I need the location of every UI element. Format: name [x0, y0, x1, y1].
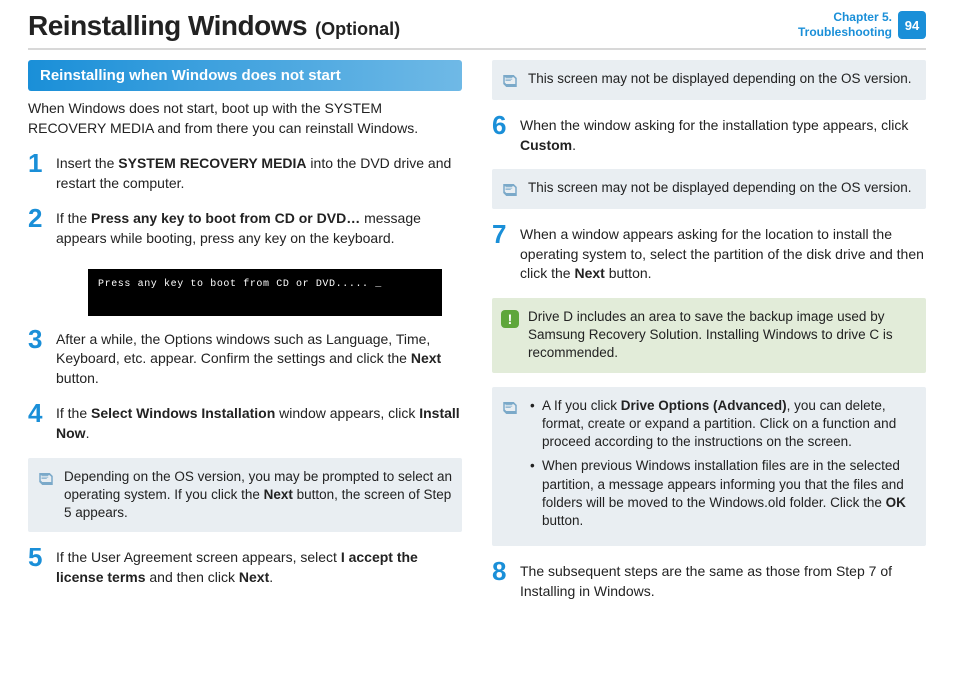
- warning-body: Drive D includes an area to save the bac…: [528, 308, 916, 363]
- right-column: This screen may not be displayed dependi…: [492, 60, 926, 615]
- step-body: Insert the SYSTEM RECOVERY MEDIA into th…: [56, 152, 462, 193]
- step-number: 4: [28, 402, 46, 443]
- chapter-label: Chapter 5. Troubleshooting: [798, 10, 892, 40]
- note-body: This screen may not be displayed dependi…: [528, 70, 916, 90]
- step-body: If the Select Windows Installation windo…: [56, 402, 462, 443]
- page-subtitle: (Optional): [315, 19, 400, 40]
- note-drive-options: A If you click Drive Options (Advanced),…: [492, 387, 926, 547]
- note-icon: [37, 470, 55, 488]
- step-number: 2: [28, 207, 46, 248]
- step-5: 5 If the User Agreement screen appears, …: [28, 546, 462, 587]
- step-body: After a while, the Options windows such …: [56, 328, 462, 389]
- step-number: 5: [28, 546, 46, 587]
- section-heading: Reinstalling when Windows does not start: [28, 60, 462, 91]
- step-6: 6 When the window asking for the install…: [492, 114, 926, 155]
- step-2: 2 If the Press any key to boot from CD o…: [28, 207, 462, 248]
- note-icon: [501, 399, 519, 417]
- note-icon: [501, 72, 519, 90]
- warning-icon: !: [501, 310, 519, 328]
- list-item: When previous Windows installation files…: [528, 457, 916, 530]
- step-8: 8 The subsequent steps are the same as t…: [492, 560, 926, 601]
- note-icon: [501, 181, 519, 199]
- intro-text: When Windows does not start, boot up wit…: [28, 99, 462, 138]
- note-body: A If you click Drive Options (Advanced),…: [528, 397, 916, 537]
- note-os-version-a: This screen may not be displayed dependi…: [492, 60, 926, 100]
- boot-prompt-screenshot: Press any key to boot from CD or DVD....…: [88, 269, 442, 316]
- step-7: 7 When a window appears asking for the l…: [492, 223, 926, 284]
- step-number: 8: [492, 560, 510, 601]
- step-number: 7: [492, 223, 510, 284]
- step-body: If the User Agreement screen appears, se…: [56, 546, 462, 587]
- step-body: If the Press any key to boot from CD or …: [56, 207, 462, 248]
- step-number: 3: [28, 328, 46, 389]
- page-title: Reinstalling Windows: [28, 10, 307, 42]
- step-3: 3 After a while, the Options windows suc…: [28, 328, 462, 389]
- note-os-version: Depending on the OS version, you may be …: [28, 458, 462, 533]
- page-header: Reinstalling Windows (Optional) Chapter …: [28, 10, 926, 50]
- note-body: Depending on the OS version, you may be …: [64, 468, 452, 523]
- step-number: 1: [28, 152, 46, 193]
- note-body: This screen may not be displayed dependi…: [528, 179, 916, 199]
- note-os-version-b: This screen may not be displayed dependi…: [492, 169, 926, 209]
- left-column: Reinstalling when Windows does not start…: [28, 60, 462, 615]
- step-body: When a window appears asking for the loc…: [520, 223, 926, 284]
- step-4: 4 If the Select Windows Installation win…: [28, 402, 462, 443]
- warning-drive-d: ! Drive D includes an area to save the b…: [492, 298, 926, 373]
- list-item: A If you click Drive Options (Advanced),…: [528, 397, 916, 452]
- step-body: The subsequent steps are the same as tho…: [520, 560, 926, 601]
- page-number-badge: 94: [898, 11, 926, 39]
- step-number: 6: [492, 114, 510, 155]
- step-body: When the window asking for the installat…: [520, 114, 926, 155]
- step-1: 1 Insert the SYSTEM RECOVERY MEDIA into …: [28, 152, 462, 193]
